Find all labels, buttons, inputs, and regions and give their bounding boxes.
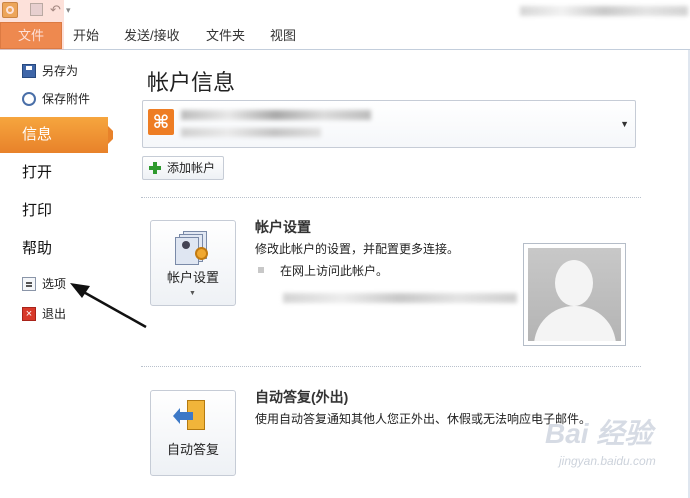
attachment-icon (22, 92, 36, 106)
exchange-account-icon: ⌘ (148, 109, 174, 135)
nav-save-as[interactable]: 另存为 (0, 58, 113, 84)
options-icon (22, 277, 36, 291)
nav-info[interactable]: 信息 (0, 117, 117, 153)
nav-save-attachments-label: 保存附件 (42, 92, 91, 106)
divider (141, 366, 641, 367)
nav-save-as-label: 另存为 (42, 64, 79, 78)
watermark-brand: Bai 经验 (545, 418, 653, 449)
page-title: 帐户信息 (147, 70, 236, 95)
bullet-icon (258, 267, 264, 273)
nav-help[interactable]: 帮助 (0, 231, 113, 267)
outlook-app-icon[interactable] (2, 2, 18, 18)
baidu-watermark: Bai 经验 jingyan.baidu.com (545, 412, 685, 492)
backstage-nav: 另存为 保存附件 信息 打开 打印 帮助 选项 × 退出 (0, 50, 117, 498)
customize-quick-access-icon[interactable]: ▾ (66, 3, 71, 17)
plus-icon (149, 162, 161, 174)
tab-view[interactable]: 视图 (270, 22, 296, 49)
web-access-text: 在网上访问此帐户。 (280, 264, 389, 278)
nav-options-label: 选项 (42, 277, 67, 291)
account-settings-icon (175, 231, 209, 265)
nav-print[interactable]: 打印 (0, 193, 113, 229)
account-type-blurred (181, 128, 321, 137)
account-settings-button[interactable]: 帐户设置 ▼ (150, 220, 236, 306)
exit-icon: × (22, 307, 36, 321)
nav-open[interactable]: 打开 (0, 155, 113, 191)
nav-exit-label: 退出 (42, 307, 67, 321)
account-email-blurred (181, 110, 371, 120)
save-as-icon (22, 64, 36, 78)
tab-send-receive[interactable]: 发送/接收 (124, 22, 180, 49)
web-access-link-blurred[interactable] (283, 293, 517, 303)
nav-save-attachments[interactable]: 保存附件 (0, 86, 113, 112)
tab-folder[interactable]: 文件夹 (206, 22, 245, 49)
out-of-office-icon (173, 400, 209, 432)
profile-photo[interactable] (523, 243, 626, 346)
account-settings-button-label: 帐户设置 (166, 270, 219, 285)
ribbon-tabs: 文件 开始 发送/接收 文件夹 视图 (0, 22, 690, 50)
auto-reply-title: 自动答复(外出) (255, 389, 349, 405)
divider (141, 197, 641, 198)
account-settings-title: 帐户设置 (255, 219, 311, 235)
auto-reply-button-label: 自动答复 (166, 442, 219, 457)
chevron-down-icon: ▼ (620, 119, 629, 129)
save-icon[interactable] (30, 3, 43, 16)
title-bar: ↶ ▾ (0, 0, 690, 22)
chevron-down-icon: ▼ (189, 290, 196, 297)
auto-reply-description: 使用自动答复通知其他人您正外出、休假或无法响应电子邮件。 (255, 412, 592, 426)
window-title-blurred (520, 6, 688, 16)
nav-exit[interactable]: × 退出 (0, 301, 113, 327)
auto-reply-button[interactable]: 自动答复 (150, 390, 236, 476)
person-silhouette-icon (528, 248, 621, 341)
add-account-label: 添加帐户 (167, 161, 216, 175)
account-settings-description: 修改此帐户的设置，并配置更多连接。 (255, 242, 460, 256)
tab-home[interactable]: 开始 (73, 22, 99, 49)
undo-icon[interactable]: ↶ (50, 2, 61, 18)
tab-file[interactable]: 文件 (0, 22, 62, 49)
nav-options[interactable]: 选项 (0, 271, 113, 297)
add-account-button[interactable]: 添加帐户 (142, 156, 225, 180)
account-selector-dropdown[interactable]: ⌘ ▼ (142, 100, 636, 148)
watermark-url: jingyan.baidu.com (559, 454, 656, 468)
